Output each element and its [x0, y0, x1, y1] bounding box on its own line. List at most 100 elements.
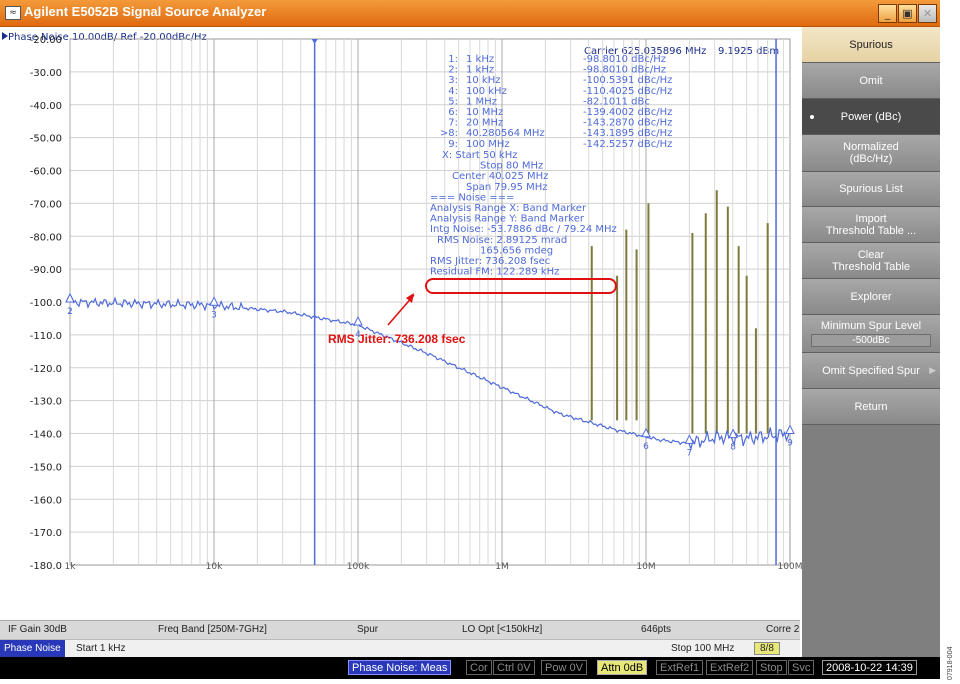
analysis-line: RMS Jitter: 736.208 fsec: [430, 256, 550, 267]
y-tick-label: -80.00: [30, 232, 62, 243]
stop-status[interactable]: Stop: [756, 660, 787, 675]
svc-status[interactable]: Svc: [788, 660, 815, 675]
page-indicator[interactable]: 8/8: [754, 642, 780, 655]
analysis-line: === Noise ===: [430, 192, 514, 203]
mode-indicator[interactable]: Phase Noise: [0, 640, 65, 658]
minimum-spur-level-value[interactable]: -500dBc: [811, 334, 931, 347]
rms-jitter-annotation: RMS Jitter: 736.208 fsec: [328, 332, 466, 346]
stop-frequency[interactable]: Stop 100 MHz: [671, 643, 734, 654]
softkey-omit-specified-spur[interactable]: Omit Specified Spur ▶: [802, 353, 940, 389]
marker-triangle-icon[interactable]: [353, 315, 363, 326]
analysis-line: Analysis Range X: Band Marker: [430, 203, 587, 214]
softkey-omit[interactable]: Omit: [802, 63, 940, 99]
softkey-label: Omit Specified Spur: [822, 364, 920, 377]
marker-label: 8: [730, 443, 736, 453]
start-frequency[interactable]: Start 1 kHz: [76, 643, 125, 654]
marker-id: 4:: [448, 86, 458, 97]
y-axis-ticks: -20.00 -30.00 -40.00 -50.00 -60.00 -70.00 -80.…: [30, 35, 62, 572]
measurement-status-row: IF Gain 30dB Freq Band [250M-7GHz] Spur …: [0, 620, 800, 639]
softkey-minimum-spur-level[interactable]: Minimum Spur Level -500dBc: [802, 315, 940, 353]
marker-label: 3: [211, 310, 217, 320]
softkey-normalized[interactable]: Normalized (dBc/Hz): [802, 135, 940, 172]
freq-band-status[interactable]: Freq Band [250M-7GHz]: [158, 624, 267, 635]
lo-opt-status[interactable]: LO Opt [<150kHz]: [462, 624, 542, 635]
analysis-line: Analysis Range Y: Band Marker: [430, 214, 585, 225]
x-axis-labels: 1k 10k 100k 1M 10M 100M: [65, 562, 803, 572]
marker-triangle-icon[interactable]: [65, 292, 75, 303]
extref1-status[interactable]: ExtRef1: [656, 660, 704, 675]
marker-id: 2:: [448, 65, 458, 76]
softkey-label: Omit: [859, 74, 883, 87]
softkey-spurious[interactable]: Spurious: [802, 27, 940, 63]
y-tick-label: -90.00: [30, 265, 62, 276]
softkey-label: Normalized (dBc/Hz): [843, 141, 899, 165]
marker-triangle-icon[interactable]: [684, 434, 695, 444]
if-gain-status[interactable]: IF Gain 30dB: [8, 624, 67, 635]
x-decade-label: 10k: [206, 562, 223, 572]
softkey-panel: Spurious Omit Power (dBc) Normalized (dB…: [802, 27, 940, 657]
analysis-line: Residual FM: 122.289 kHz: [430, 267, 559, 278]
y-tick-label: -110.0: [30, 331, 62, 342]
y-tick-label: -100.0: [30, 298, 62, 309]
cor-status[interactable]: Cor: [466, 660, 492, 675]
softkey-spurious-list[interactable]: Spurious List: [802, 172, 940, 207]
marker-id: 6:: [448, 107, 458, 118]
app-icon: ≈: [5, 6, 21, 20]
points-status[interactable]: 646pts: [641, 624, 671, 635]
corr-status[interactable]: Corre 2: [766, 624, 799, 635]
phase-noise-graph[interactable]: Phase Noise 10.00dB/ Ref -20.00dBc/Hz Ca…: [0, 27, 802, 601]
marker-triangle-icon[interactable]: [785, 424, 795, 434]
marker-value: -139.4002 dBc/Hz: [583, 107, 672, 118]
marker-frequency: 10 MHz: [466, 107, 503, 118]
meas-status[interactable]: Phase Noise: Meas: [348, 660, 452, 675]
softkey-import-threshold[interactable]: Import Threshold Table ...: [802, 207, 940, 243]
marker-id: >8:: [440, 128, 458, 139]
band-marker-icon: [311, 39, 318, 44]
attn-status[interactable]: Attn 0dB: [597, 660, 648, 675]
y-tick-label: -70.00: [30, 199, 62, 210]
marker-frequency: 1 kHz: [466, 65, 494, 76]
softkey-explorer[interactable]: Explorer: [802, 279, 940, 315]
softkey-power-dbc[interactable]: Power (dBc): [802, 99, 940, 135]
window-title: Agilent E5052B Signal Source Analyzer: [24, 4, 267, 19]
marker-frequency: 100 MHz: [466, 139, 510, 150]
phase-noise-trace: [69, 296, 791, 451]
date-time: 2008-10-22 14:39: [822, 660, 917, 675]
spur-lines: [590, 190, 769, 434]
ctrl-status[interactable]: Ctrl 0V: [493, 660, 535, 675]
marker-frequency: 20 MHz: [466, 118, 503, 129]
softkey-label: Import Threshold Table ...: [825, 212, 917, 237]
analysis-line: RMS Noise: 2.89125 mrad: [437, 235, 567, 246]
marker-id: 7:: [448, 118, 458, 129]
marker-label: 7: [686, 448, 692, 458]
extref2-status[interactable]: ExtRef2: [706, 660, 754, 675]
spur-status[interactable]: Spur: [357, 624, 378, 635]
instrument-status-bar: Phase Noise: Meas Cor Ctrl 0V Pow 0V Att…: [0, 657, 940, 679]
marker-label: 9: [787, 439, 793, 449]
analysis-line: Stop 80 MHz: [480, 161, 543, 172]
marker-value: -110.4025 dBc/Hz: [583, 86, 672, 97]
marker-frequency: 1 kHz: [466, 54, 494, 65]
window-titlebar: ≈ Agilent E5052B Signal Source Analyzer …: [0, 0, 940, 27]
softkey-clear-threshold[interactable]: Clear Threshold Table: [802, 243, 940, 279]
y-tick-label: -160.0: [30, 495, 62, 506]
analysis-line: 165.656 mdeg: [480, 245, 553, 256]
marker-triangle-icon[interactable]: [209, 296, 219, 306]
marker-value: -143.1895 dBc/Hz: [583, 128, 672, 139]
analysis-line: Intg Noise: -53.7886 dBc / 79.24 MHz: [430, 224, 617, 235]
softkey-return[interactable]: Return: [802, 389, 940, 425]
maximize-button[interactable]: ▣: [898, 4, 917, 23]
submenu-arrow-icon: ▶: [929, 364, 936, 375]
close-button[interactable]: ✕: [918, 4, 937, 23]
softkey-label: Spurious List: [839, 183, 903, 195]
softkey-label: Return: [854, 400, 888, 413]
softkey-label: Explorer: [850, 290, 892, 303]
y-tick-label: -40.00: [30, 101, 62, 112]
x-decade-label: 1k: [65, 562, 77, 572]
phase-noise-plot[interactable]: Phase Noise 10.00dB/ Ref -20.00dBc/Hz Ca…: [0, 27, 802, 601]
marker-value: -98.8010 dBc/Hz: [583, 65, 666, 76]
minimize-button[interactable]: _: [878, 4, 897, 23]
pow-status[interactable]: Pow 0V: [541, 660, 587, 675]
marker-frequency: 40.280564 MHz: [466, 128, 545, 139]
marker-value: -142.5257 dBc/Hz: [583, 139, 672, 150]
